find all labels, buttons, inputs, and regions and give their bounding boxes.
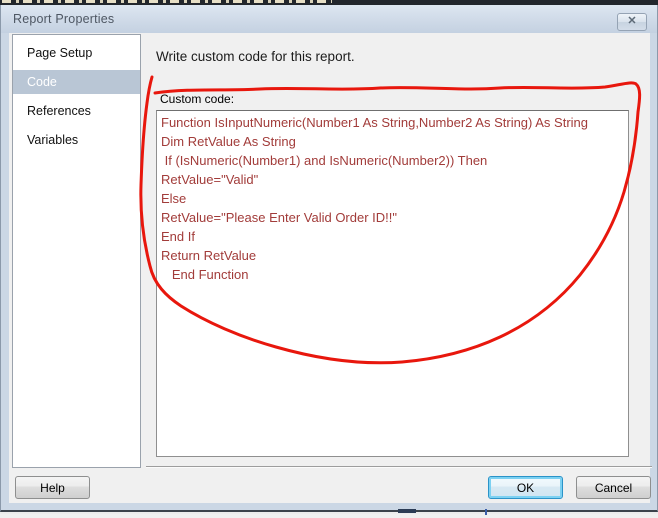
report-properties-dialog: Report Properties ✕ Page Setup Code Refe… <box>0 5 658 512</box>
page-heading: Write custom code for this report. <box>156 49 355 64</box>
ok-button[interactable]: OK <box>488 476 563 499</box>
sidebar-item-references[interactable]: References <box>13 99 140 123</box>
cancel-button[interactable]: Cancel <box>576 476 651 499</box>
dialog-client-area: Page Setup Code References Variables Wri… <box>9 33 652 503</box>
custom-code-label: Custom code: <box>160 92 235 106</box>
sidebar-item-page-setup[interactable]: Page Setup <box>13 41 140 65</box>
sidebar-nav: Page Setup Code References Variables <box>12 34 141 468</box>
background-bottom-strip <box>0 514 658 518</box>
close-icon[interactable]: ✕ <box>617 13 647 31</box>
dialog-titlebar[interactable]: Report Properties ✕ <box>1 5 657 33</box>
sidebar-item-code[interactable]: Code <box>13 70 140 94</box>
sidebar-item-variables[interactable]: Variables <box>13 128 140 152</box>
dialog-title: Report Properties <box>13 12 115 26</box>
help-button[interactable]: Help <box>15 476 90 499</box>
footer-separator <box>146 466 652 468</box>
custom-code-input[interactable]: Function IsInputNumeric(Number1 As Strin… <box>156 110 629 457</box>
background-bottom-mark <box>398 509 416 513</box>
background-window-tabs <box>2 0 332 3</box>
background-bottom-tick <box>485 509 487 515</box>
